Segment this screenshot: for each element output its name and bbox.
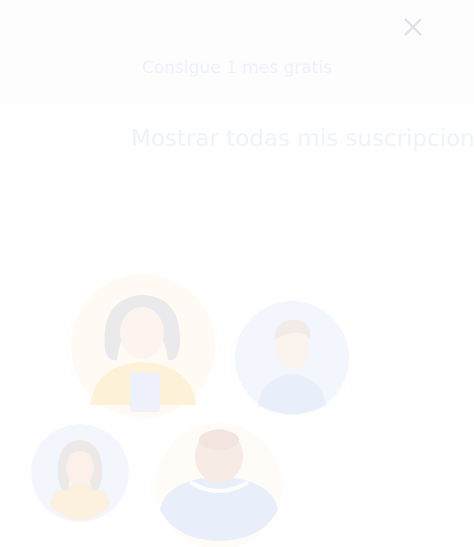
subscription-panel: Consigue 1 mes gratis Mostrar todas mis … xyxy=(0,0,474,547)
boy-avatar-icon xyxy=(235,301,349,415)
girl-avatar-icon xyxy=(31,424,129,522)
man-avatar-icon xyxy=(156,423,282,547)
close-icon xyxy=(404,18,422,36)
close-button[interactable] xyxy=(399,13,427,41)
woman-avatar-icon xyxy=(71,274,215,418)
family-avatars-illustration xyxy=(31,274,349,547)
free-month-button[interactable]: Consigue 1 mes gratis xyxy=(0,58,474,78)
show-subscriptions-link[interactable]: Mostrar todas mis suscripciones xyxy=(0,126,474,152)
